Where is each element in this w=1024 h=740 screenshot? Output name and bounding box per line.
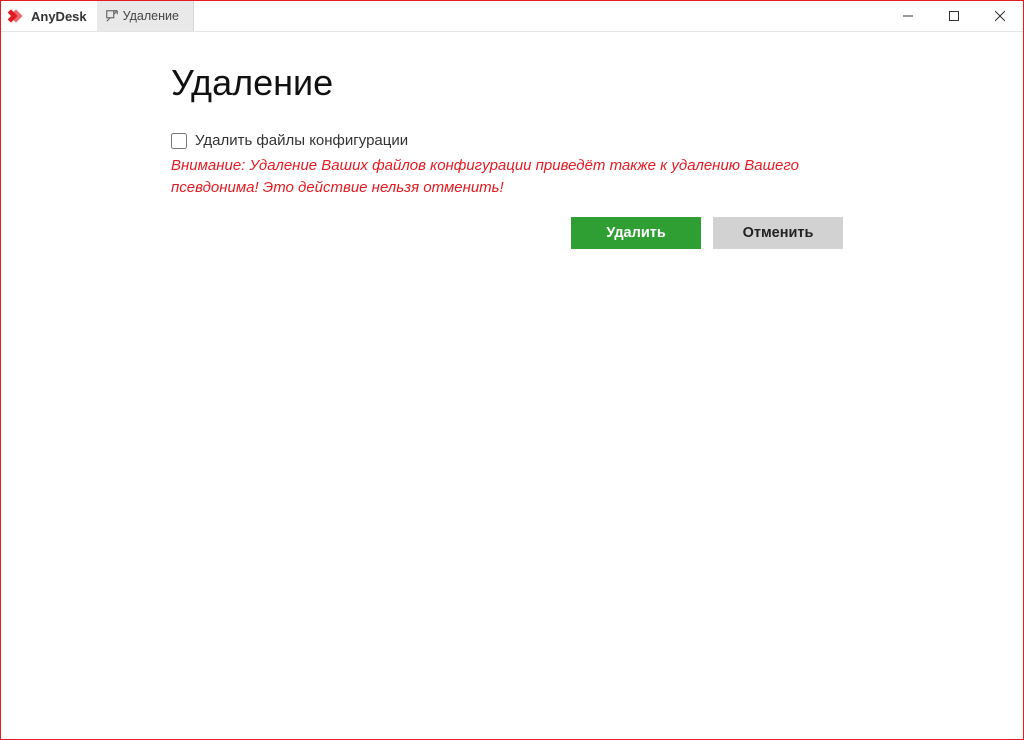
warning-text: Внимание: Удаление Ваших файлов конфигур… [171,155,811,199]
delete-button[interactable]: Удалить [571,217,701,249]
inner-content: Удаление Удалить файлы конфигурации Вним… [171,62,871,249]
cancel-button[interactable]: Отменить [713,217,843,249]
app-logo-icon [1,1,31,31]
button-row: Удалить Отменить [571,217,871,249]
delete-config-label: Удалить файлы конфигурации [195,132,408,149]
delete-config-checkbox-row[interactable]: Удалить файлы конфигурации [171,132,871,149]
minimize-button[interactable] [885,1,931,31]
titlebar-left: AnyDesk Удаление [1,1,194,31]
tab-label: Удаление [123,9,179,23]
uninstall-tab-icon [105,9,119,23]
delete-config-checkbox[interactable] [171,133,187,149]
window-controls [885,1,1023,31]
page-title: Удаление [171,62,871,104]
app-window: AnyDesk Удаление [0,0,1024,740]
content-area: Удаление Удалить файлы конфигурации Вним… [1,32,1023,739]
app-name: AnyDesk [31,9,97,24]
close-button[interactable] [977,1,1023,31]
tab-uninstall[interactable]: Удаление [97,1,194,31]
maximize-button[interactable] [931,1,977,31]
titlebar: AnyDesk Удаление [1,1,1023,32]
